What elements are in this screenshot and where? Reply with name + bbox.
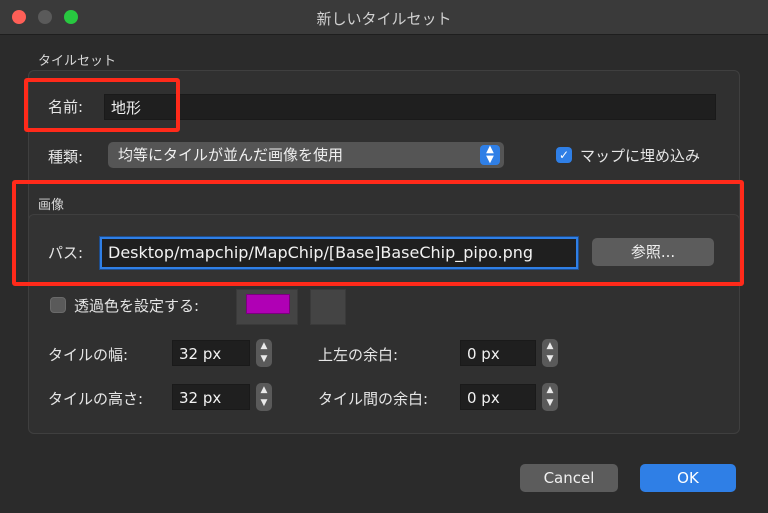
title-bar: 新しいタイルセット — [0, 0, 768, 35]
ok-button[interactable]: OK — [640, 464, 736, 492]
transparency-checkbox[interactable] — [50, 297, 66, 313]
tile-width-field[interactable]: 32 px — [172, 340, 250, 366]
tile-height-field[interactable]: 32 px — [172, 384, 250, 410]
margin-stepper[interactable]: ▲ ▼ — [542, 339, 558, 367]
margin-label: 上左の余白: — [318, 346, 399, 364]
margin-field[interactable]: 0 px — [460, 340, 536, 366]
tile-width-label: タイルの幅: — [48, 346, 129, 364]
transparency-label: 透過色を設定する: — [74, 297, 200, 315]
transparency-color-swatch — [246, 294, 290, 314]
image-highlight-annotation — [12, 180, 744, 286]
chevron-updown-icon: ▲ ▼ — [480, 145, 500, 165]
type-popup-value: 均等にタイルが並んだ画像を使用 — [118, 146, 344, 164]
tile-width-stepper[interactable]: ▲ ▼ — [256, 339, 272, 367]
name-highlight-annotation — [24, 78, 180, 132]
color-picker-button[interactable] — [310, 289, 346, 325]
spacing-label: タイル間の余白: — [318, 390, 429, 408]
tile-height-label: タイルの高さ: — [48, 390, 144, 408]
spacing-field[interactable]: 0 px — [460, 384, 536, 410]
spacing-stepper[interactable]: ▲ ▼ — [542, 383, 558, 411]
tile-height-stepper[interactable]: ▲ ▼ — [256, 383, 272, 411]
tileset-section-label: タイルセット — [38, 54, 117, 69]
embed-in-map-checkbox[interactable]: ✓ — [556, 147, 572, 163]
type-popup[interactable]: 均等にタイルが並んだ画像を使用 ▲ ▼ — [108, 142, 504, 168]
embed-in-map-label: マップに埋め込み — [580, 147, 701, 165]
name-field[interactable]: 地形 — [104, 94, 716, 120]
type-label: 種類: — [48, 148, 84, 166]
cancel-button[interactable]: Cancel — [520, 464, 618, 492]
window-title: 新しいタイルセット — [316, 10, 452, 28]
